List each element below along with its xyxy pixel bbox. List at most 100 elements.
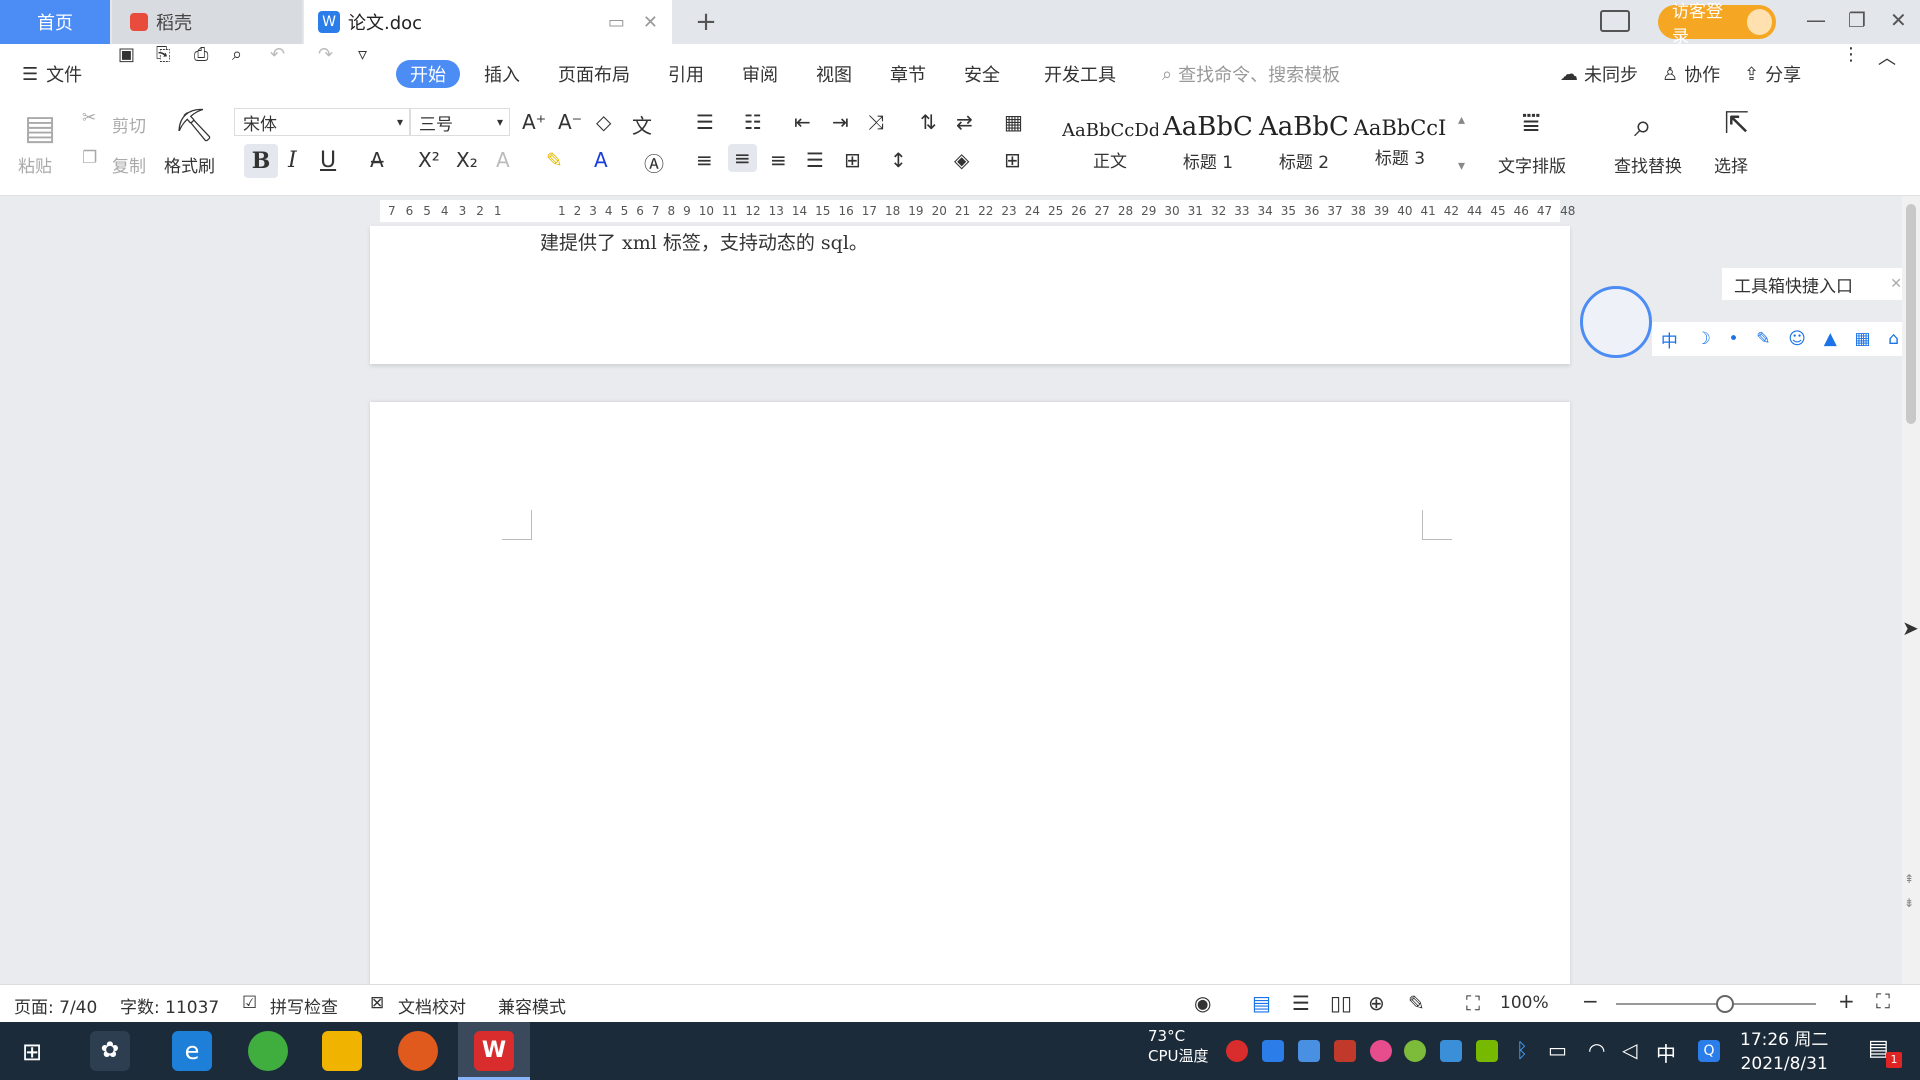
file-explorer-icon[interactable] [322, 1031, 362, 1071]
cpu-temp-widget[interactable]: 73°C CPU温度 [1148, 1026, 1209, 1066]
zoom-out-icon[interactable]: − [1582, 989, 1599, 1013]
more-tools-icon[interactable]: ⌂ [1888, 329, 1899, 349]
style-normal[interactable]: AaBbCcDd 正文 [1062, 112, 1158, 190]
underline-button[interactable]: U [320, 148, 336, 173]
justify-icon[interactable]: ☰ [806, 148, 824, 172]
tray-green-icon[interactable] [1404, 1040, 1426, 1062]
volume-icon[interactable]: ◁ [1622, 1038, 1637, 1062]
collab-button[interactable]: ♙ 协作 [1662, 44, 1720, 104]
bullet-list-icon[interactable]: ☰ [696, 110, 714, 134]
wifi-icon[interactable]: ◠ [1588, 1038, 1605, 1062]
grid-icon[interactable]: ▦ [1855, 329, 1871, 349]
tab-home[interactable]: 首页 [0, 0, 110, 44]
align-center-icon[interactable]: ≡ [728, 144, 757, 172]
cut-button[interactable]: 剪切 [112, 112, 146, 137]
more-icon[interactable]: ⋮ [1842, 44, 1860, 104]
page-down-icon[interactable]: ⇟ [1904, 896, 1914, 910]
find-replace-icon[interactable]: ⌕ [1634, 106, 1652, 145]
guest-login-button[interactable]: 访客登录 [1658, 2, 1776, 47]
show-marks-icon[interactable]: ▦ [1004, 110, 1023, 134]
tray-app-red-icon[interactable] [1226, 1040, 1248, 1062]
minimize-icon[interactable]: — [1806, 8, 1826, 32]
superscript-icon[interactable]: X² [418, 148, 440, 172]
vertical-scrollbar[interactable]: ⇞ ⇟ [1902, 196, 1920, 1022]
clear-format-icon[interactable]: ◇ [596, 110, 611, 134]
style-heading-3[interactable]: AaBbCcI 标题 3 [1352, 112, 1448, 190]
phonetic-icon[interactable]: 文 [632, 110, 652, 139]
cut-icon[interactable]: ✂ [82, 108, 96, 128]
write-view-icon[interactable]: ✎ [1408, 991, 1425, 1015]
menu-insert[interactable]: 插入 [484, 44, 520, 104]
toolbox-avatar[interactable] [1580, 286, 1652, 358]
page-up-icon[interactable]: ⇞ [1904, 872, 1914, 886]
find-replace-button[interactable]: 查找替换 [1614, 152, 1682, 177]
styles-scroll-up-icon[interactable]: ▴ [1458, 112, 1465, 128]
char-border-icon[interactable]: Ⓐ [644, 148, 664, 177]
menu-start[interactable]: 开始 [396, 60, 460, 88]
text-direction-icon[interactable]: ⇄ [956, 110, 973, 134]
close-icon[interactable]: ✕ [1890, 276, 1902, 292]
chinese-layout-icon[interactable]: ⤨ [868, 110, 884, 134]
save-icon[interactable]: ▣ [118, 44, 135, 104]
share-button[interactable]: ⇪ 分享 [1744, 44, 1801, 104]
fullscreen-icon[interactable]: ⛶ [1876, 989, 1890, 1013]
file-menu[interactable]: ☰ 文件 [22, 44, 82, 104]
document-proof-button[interactable]: 文档校对 [398, 993, 466, 1018]
layout-toggle-icon[interactable] [1600, 10, 1630, 32]
select-cursor-icon[interactable]: ⇱ [1724, 106, 1749, 141]
increase-font-icon[interactable]: A⁺ [522, 110, 546, 134]
command-search[interactable]: ⌕ 查找命令、搜索模板 [1162, 44, 1340, 104]
italic-button[interactable]: I [288, 148, 297, 173]
taskbar-wps-active[interactable]: W [458, 1022, 530, 1080]
highlight-icon[interactable]: ✎ [546, 148, 563, 172]
restore-icon[interactable]: ❐ [1848, 8, 1866, 32]
zoom-level[interactable]: 100% [1500, 993, 1549, 1013]
print-icon[interactable]: ⎙ [194, 44, 208, 104]
tray-qq-icon[interactable] [1370, 1040, 1392, 1062]
paste-button[interactable]: 粘贴 [18, 152, 52, 177]
tray-app-blue-icon[interactable] [1262, 1040, 1284, 1062]
skin-icon[interactable]: ▲ [1824, 329, 1837, 349]
align-right-icon[interactable]: ≡ [770, 148, 787, 172]
menu-developer[interactable]: 开发工具 [1044, 44, 1116, 104]
print-preview-icon[interactable]: ⌕ [232, 44, 242, 104]
menu-review[interactable]: 审阅 [742, 44, 778, 104]
increase-indent-icon[interactable]: ⇥ [832, 110, 849, 134]
decrease-indent-icon[interactable]: ⇤ [794, 110, 811, 134]
collapse-ribbon-icon[interactable]: ︿ [1878, 44, 1896, 104]
align-left-icon[interactable]: ≡ [696, 148, 713, 172]
style-heading-2[interactable]: AaBbC 标题 2 [1256, 112, 1352, 190]
page-current[interactable] [370, 402, 1570, 1022]
punctuation-icon[interactable]: • [1729, 329, 1739, 349]
emoji-icon[interactable]: ☺ [1788, 329, 1806, 349]
word-count[interactable]: 字数: 11037 [120, 993, 219, 1018]
zoom-slider[interactable] [1616, 995, 1816, 1013]
menu-page-layout[interactable]: 页面布局 [558, 44, 630, 104]
reading-view-icon[interactable]: ▯▯ [1330, 991, 1352, 1015]
zoom-slider-handle[interactable] [1716, 995, 1734, 1013]
ie-browser-icon[interactable]: e [172, 1031, 212, 1071]
screen-icon[interactable]: ▭ [608, 12, 625, 33]
fit-page-icon[interactable]: ⛶ [1466, 991, 1480, 1015]
moon-icon[interactable]: ☽ [1696, 329, 1711, 349]
page-view-icon[interactable]: ▤ [1252, 991, 1271, 1015]
ime-indicator[interactable]: 中 [1656, 1038, 1676, 1067]
windows-start-icon[interactable]: ⊞ [22, 1038, 42, 1066]
menu-chapter[interactable]: 章节 [890, 44, 926, 104]
font-name-select[interactable]: 宋体 ▾ [234, 108, 410, 136]
ruler-strip[interactable]: 7654321 1 2 3 4 5 6 7 8 9 10 11 12 13 14 15 16 17 18 19 20 2… [380, 200, 1575, 222]
battery-icon[interactable]: ▭ [1548, 1038, 1567, 1062]
subscript-icon[interactable]: X₂ [456, 148, 478, 172]
strikethrough-icon[interactable]: A̶ [370, 148, 384, 172]
tray-shield-icon[interactable] [1298, 1040, 1320, 1062]
export-icon[interactable]: ⎘ [156, 44, 170, 104]
menu-view[interactable]: 视图 [816, 44, 852, 104]
menu-reference[interactable]: 引用 [668, 44, 704, 104]
format-painter-icon[interactable]: ⛏ [174, 106, 215, 144]
redo-icon[interactable]: ↷ [318, 44, 333, 104]
chevron-down-icon[interactable]: ▿ [358, 44, 367, 104]
web-view-icon[interactable]: ⊕ [1368, 991, 1385, 1015]
proof-icon[interactable]: ⊠ [370, 993, 384, 1013]
scrollbar-thumb[interactable] [1906, 204, 1916, 424]
numbered-list-icon[interactable]: ☷ [744, 110, 762, 134]
